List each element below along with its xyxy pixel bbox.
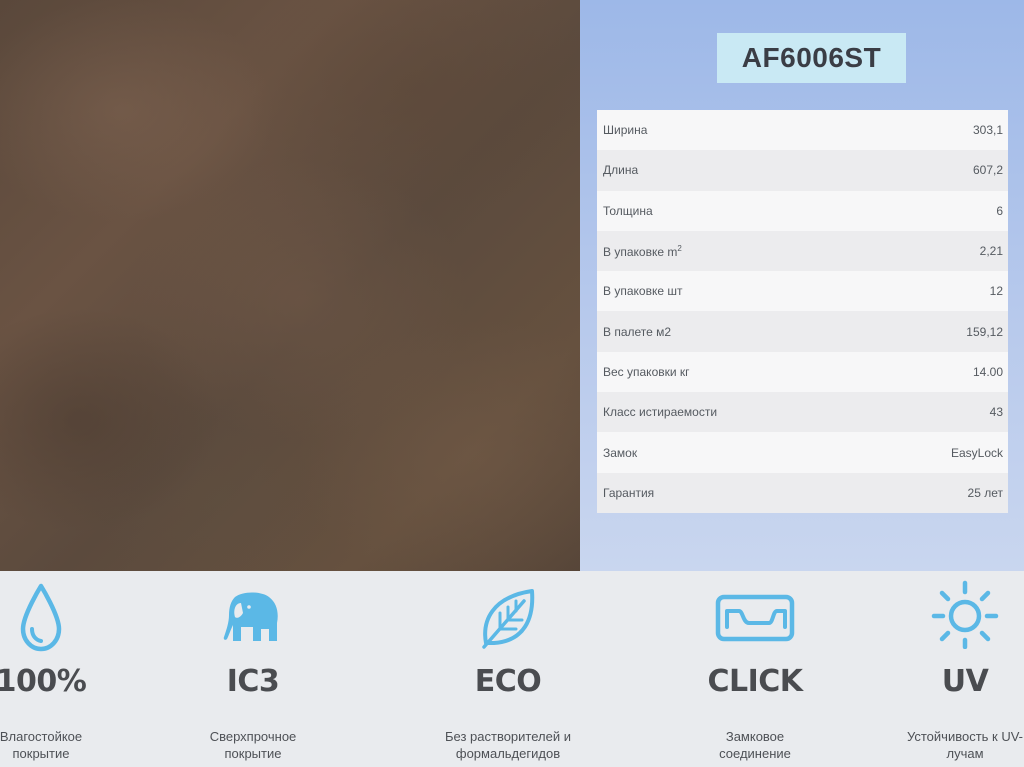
spec-label: В палете м2 bbox=[603, 324, 672, 339]
click-lock-icon bbox=[715, 594, 795, 642]
feature-caption: Без растворителей и формальдегидов bbox=[444, 729, 571, 761]
spec-label-superscript: 2 bbox=[677, 243, 682, 253]
spec-label: В упаковке шт bbox=[603, 284, 683, 299]
spec-label: Вес упаковки кг bbox=[603, 364, 690, 379]
feature-caption: Устойчивость к UV- лучам bbox=[906, 729, 1024, 761]
spec-value: 607,2 bbox=[972, 163, 1003, 178]
feature-caption: Влагостойкое покрытие bbox=[0, 729, 83, 761]
spec-label: Длина bbox=[603, 163, 639, 178]
spec-row-pack-area: В упаковке m2 2,21 bbox=[597, 230, 1008, 272]
feature-uv: UV Устойчивость к UV- лучам bbox=[890, 571, 1024, 767]
spec-value: 43 bbox=[989, 405, 1003, 420]
spec-row-pack-count: В упаковке шт 12 bbox=[597, 271, 1008, 312]
spec-value: 14.00 bbox=[972, 364, 1003, 379]
spec-row-warranty: Гарантия 25 лет bbox=[597, 472, 1008, 513]
spec-label: Гарантия bbox=[603, 485, 655, 500]
spec-value: 25 лет bbox=[967, 485, 1003, 500]
spec-label: Толщина bbox=[603, 203, 653, 218]
spec-table: Ширина 303,1 Длина 607,2 Толщина 6 В упа… bbox=[597, 110, 1008, 513]
product-code-title: AF6006ST bbox=[717, 33, 906, 83]
floor-texture-image bbox=[0, 0, 580, 571]
feature-title: IC3 bbox=[226, 664, 280, 699]
feature-title: CLICK bbox=[707, 664, 803, 699]
feature-title: ECO bbox=[474, 664, 542, 699]
feature-caption: Замковое соединение bbox=[719, 729, 791, 761]
spec-value: 303,1 bbox=[972, 123, 1003, 138]
spec-value: 6 bbox=[996, 203, 1003, 218]
feature-ic3: IC3 Сверхпрочное покрытие bbox=[178, 571, 328, 767]
spec-row-weight: Вес упаковки кг 14.00 bbox=[597, 351, 1008, 393]
spec-value: 12 bbox=[989, 284, 1003, 299]
spec-value: EasyLock bbox=[950, 445, 1003, 460]
spec-row-width: Ширина 303,1 bbox=[597, 110, 1008, 151]
feature-click: CLICK Замковое соединение bbox=[680, 571, 830, 767]
spec-row-lock: Замок EasyLock bbox=[597, 432, 1008, 473]
feature-caption: Сверхпрочное покрытие bbox=[209, 729, 297, 761]
feature-waterproof: 100% Влагостойкое покрытие bbox=[0, 571, 116, 767]
spec-label: Замок bbox=[603, 445, 638, 460]
feature-title: 100% bbox=[0, 664, 87, 699]
elephant-icon bbox=[223, 592, 278, 641]
spec-row-pallet: В палете м2 159,12 bbox=[597, 311, 1008, 352]
spec-label: Ширина bbox=[603, 123, 648, 138]
spec-row-length: Длина 607,2 bbox=[597, 150, 1008, 191]
feature-title: UV bbox=[941, 664, 989, 699]
sun-icon bbox=[931, 580, 999, 649]
spec-label: Класс истираемости bbox=[603, 405, 718, 420]
spec-value: 159,12 bbox=[966, 324, 1003, 339]
spec-value: 2,21 bbox=[979, 244, 1003, 259]
leaf-icon bbox=[482, 589, 535, 649]
water-drop-icon bbox=[20, 583, 62, 652]
spec-row-thickness: Толщина 6 bbox=[597, 190, 1008, 231]
spec-row-abrasion-class: Класс истираемости 43 bbox=[597, 392, 1008, 433]
spec-label: В упаковке m2 bbox=[603, 243, 682, 259]
features-strip: 100% Влагостойкое покрытие IC3 Сверхпроч… bbox=[0, 571, 1024, 767]
feature-eco: ECO Без растворителей и формальдегидов bbox=[433, 571, 583, 767]
product-slide: AF6006ST Ширина 303,1 Длина 607,2 Толщин… bbox=[0, 0, 1024, 767]
